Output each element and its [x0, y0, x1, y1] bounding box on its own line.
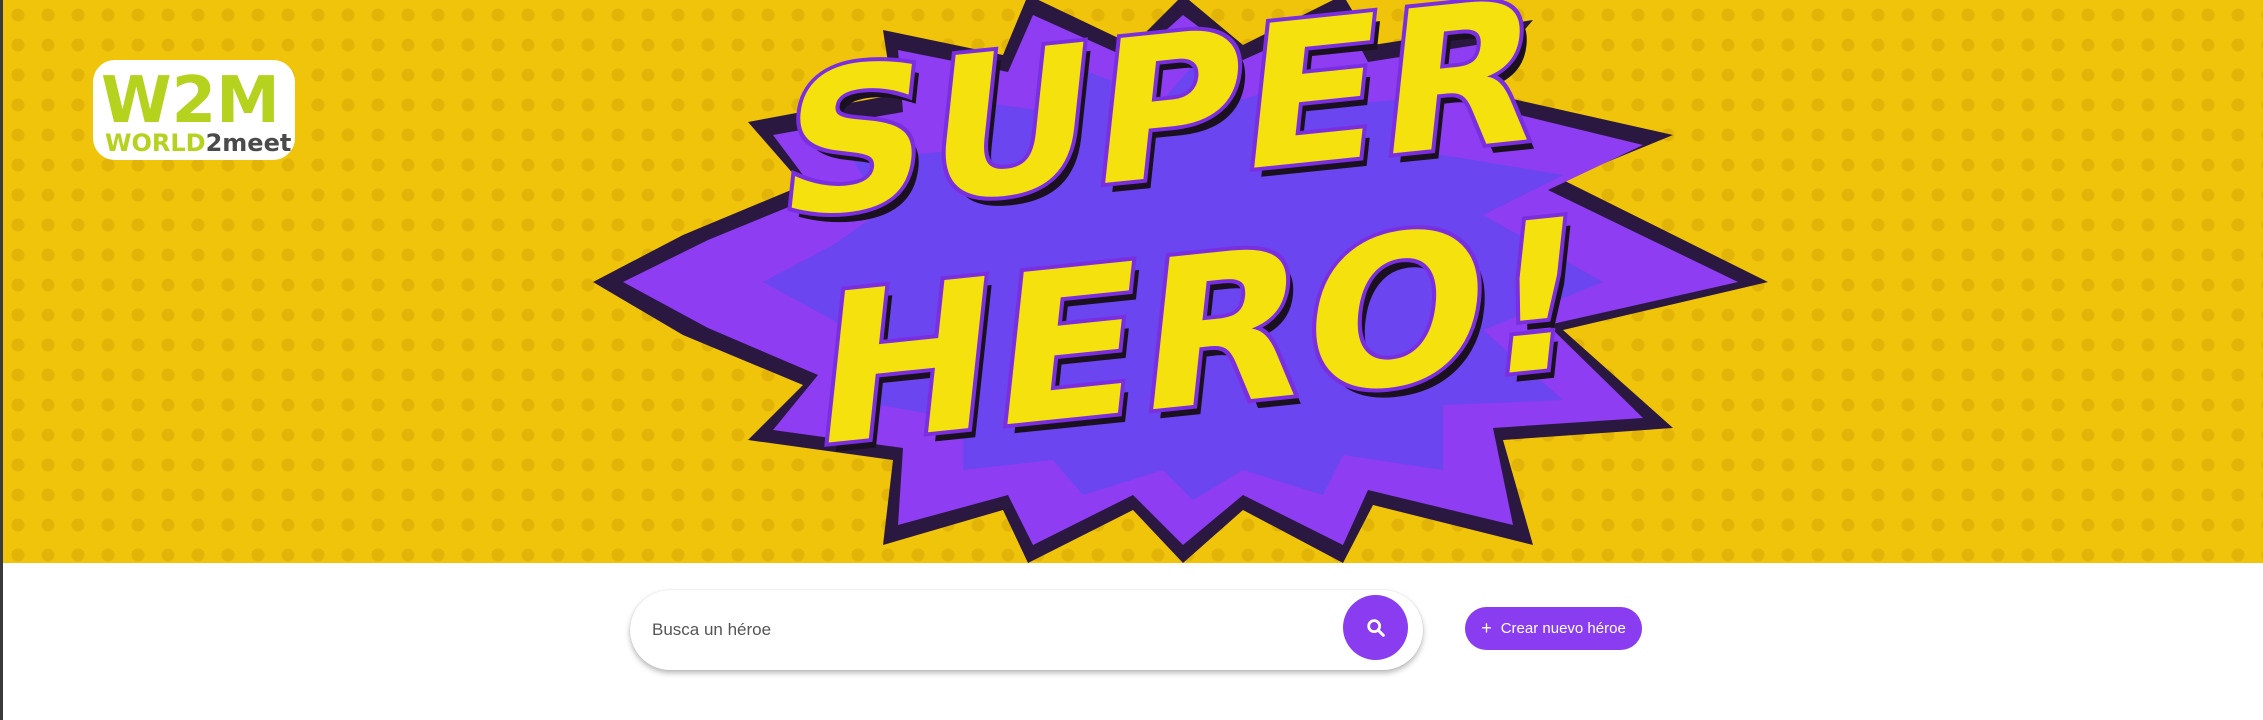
logo-wordmark-part3: meet — [222, 129, 291, 157]
logo-wordmark: WORLD2meet — [105, 129, 291, 157]
logo-mark: W2M — [101, 64, 280, 138]
hero-banner: SUPER SUPER HERO! HERO! W2M WORLD2meet — [3, 0, 2263, 563]
logo-wordmark-part2: 2 — [206, 129, 223, 157]
world2meet-logo: W2M WORLD2meet — [93, 60, 295, 160]
create-hero-label: Crear nuevo héroe — [1500, 620, 1626, 637]
super-hero-burst-image: SUPER SUPER HERO! HERO! — [593, 0, 1768, 563]
search-bar — [630, 590, 1423, 670]
search-icon — [1366, 618, 1385, 637]
search-button[interactable] — [1343, 595, 1408, 660]
app-page: SUPER SUPER HERO! HERO! W2M WORLD2meet B… — [0, 0, 2263, 720]
logo-wordmark-part1: WORLD — [105, 129, 206, 157]
plus-icon: + — [1481, 617, 1492, 638]
search-input[interactable] — [652, 590, 1332, 670]
create-hero-button[interactable]: + Crear nuevo héroe — [1465, 607, 1642, 650]
